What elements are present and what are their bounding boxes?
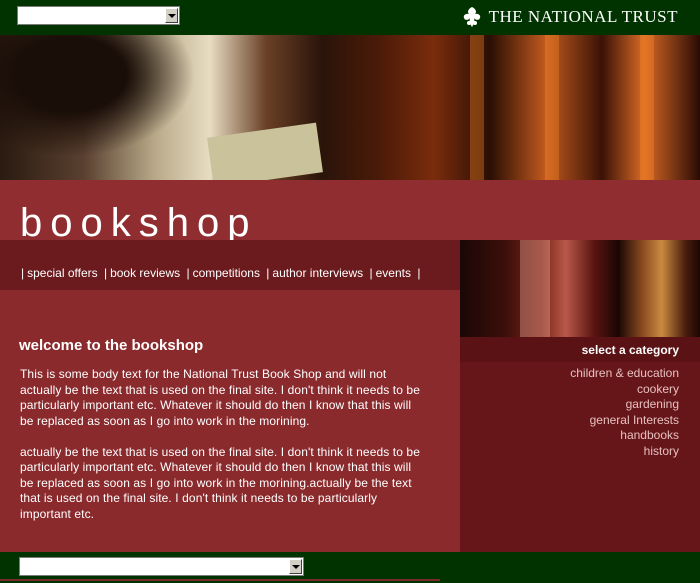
bottom-jump-select[interactable]: [19, 557, 304, 576]
nav-links: | special offers | book reviews | competiti…: [21, 266, 421, 280]
footer-divider: [0, 579, 440, 581]
category-link-general-interests[interactable]: general Interests: [570, 413, 679, 429]
category-link-children-education[interactable]: children & education: [570, 366, 679, 382]
top-jump-select[interactable]: [17, 6, 180, 25]
oak-leaf-icon: [463, 7, 480, 27]
hero-image: [0, 35, 700, 180]
welcome-heading: welcome to the bookshop: [19, 337, 204, 354]
body-text: This is some body text for the National …: [20, 367, 425, 538]
category-link-handbooks[interactable]: handbooks: [570, 428, 679, 444]
category-list: children & education cookery gardening g…: [570, 366, 679, 459]
body-paragraph: This is some body text for the National …: [20, 367, 420, 428]
books-spine-image: [460, 240, 700, 337]
chevron-down-icon[interactable]: [165, 8, 178, 23]
chevron-down-icon[interactable]: [289, 559, 302, 574]
nav-link-book-reviews[interactable]: book reviews: [110, 266, 180, 280]
nav-link-events[interactable]: events: [376, 266, 411, 280]
nav-link-author-interviews[interactable]: author interviews: [272, 266, 363, 280]
category-link-cookery[interactable]: cookery: [570, 382, 679, 398]
national-trust-logo[interactable]: THE NATIONAL TRUST: [461, 5, 678, 29]
nav-link-special-offers[interactable]: special offers: [27, 266, 97, 280]
nav-bar: [0, 240, 460, 290]
body-paragraph: actually be the text that is used on the…: [20, 444, 420, 521]
logo-text: THE NATIONAL TRUST: [488, 7, 678, 26]
category-heading: select a category: [581, 343, 679, 357]
category-link-gardening[interactable]: gardening: [570, 397, 679, 413]
category-link-history[interactable]: history: [570, 444, 679, 460]
nav-link-competitions[interactable]: competitions: [193, 266, 260, 280]
